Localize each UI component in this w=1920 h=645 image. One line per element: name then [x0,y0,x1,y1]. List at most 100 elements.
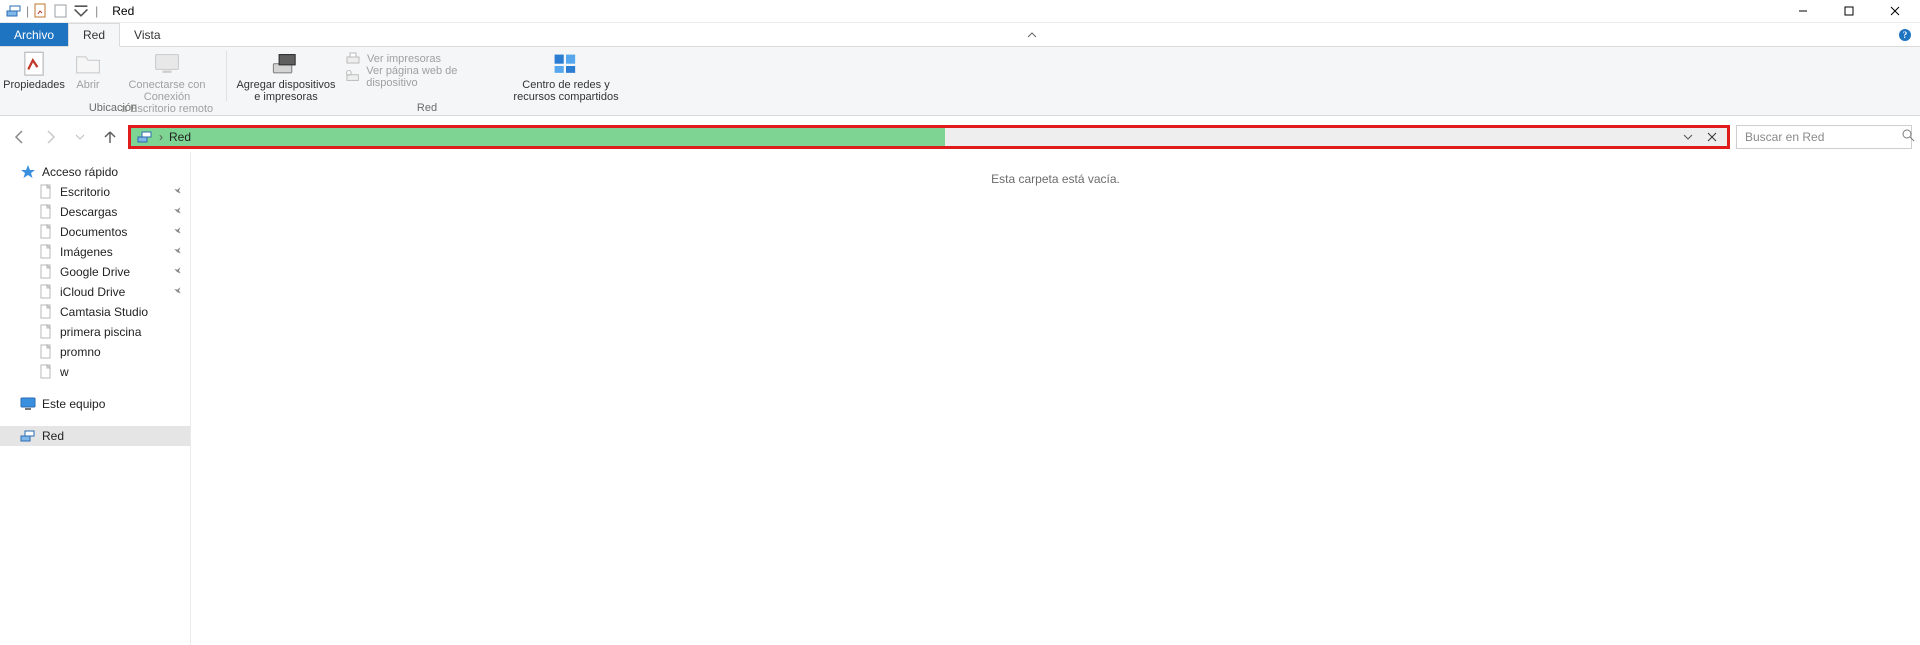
minimize-button[interactable] [1780,0,1826,22]
network-sidebar-icon [20,428,36,444]
address-bar[interactable]: › Red [128,125,1730,149]
sidebar-network[interactable]: Red [0,426,190,446]
ribbon-group-location: Propiedades Abrir Conectarse con Conexió… [0,47,226,115]
network-sharing-center-button[interactable]: Centro de redes y recursos compartidos [511,49,621,103]
sidebar-item-label: primera piscina [60,325,141,339]
group-network-label: Red [227,102,627,114]
address-history-button[interactable] [1679,128,1697,146]
globe-icon [345,69,360,85]
sidebar-item-label: iCloud Drive [60,285,125,299]
sidebar-item-label: Google Drive [60,265,130,279]
file-icon [38,264,54,280]
pin-icon [169,223,185,240]
ribbon-panel: Propiedades Abrir Conectarse con Conexió… [0,47,1920,116]
file-icon [38,284,54,300]
sidebar-item-label: Descargas [60,205,117,219]
view-device-webpage-button: Ver página web de dispositivo [345,69,505,85]
pin-icon [169,263,185,280]
window-title: Red [112,4,134,18]
empty-folder-message: Esta carpeta está vacía. [191,152,1920,186]
new-folder-icon[interactable] [53,3,69,19]
window-controls [1780,0,1918,22]
sidebar-item[interactable]: promno [0,342,190,362]
help-button[interactable]: ? [1890,23,1920,46]
ribbon-tabs: Archivo Red Vista ? [0,23,1920,47]
properties-large-icon [18,51,50,77]
file-icon [38,324,54,340]
sidebar-item[interactable]: Imágenes [0,242,190,262]
properties-icon[interactable] [33,3,49,19]
printer-icon [345,51,361,67]
view-device-webpage-label: Ver página web de dispositivo [366,65,505,89]
properties-label: Propiedades [3,79,65,91]
search-input[interactable] [1743,129,1902,145]
sidebar-item[interactable]: Escritorio [0,182,190,202]
network-center-icon [550,51,582,77]
qat-customize-icon[interactable] [73,3,89,19]
back-button[interactable] [8,125,32,149]
sidebar-item-label: Documentos [60,225,127,239]
tab-view[interactable]: Vista [120,23,174,46]
body: Acceso rápido Escritorio Descargas Documen… [0,152,1920,645]
open-button: Abrir [68,49,108,91]
sidebar-item[interactable]: w [0,362,190,382]
forward-button[interactable] [38,125,62,149]
search-icon[interactable] [1902,129,1915,145]
sidebar-item-label: w [60,365,69,379]
network-sharing-center-label: Centro de redes y recursos compartidos [513,79,618,103]
sidebar-item[interactable]: Camtasia Studio [0,302,190,322]
sidebar-quick-access-label: Acceso rápido [42,165,118,179]
up-button[interactable] [98,125,122,149]
sidebar-item[interactable]: primera piscina [0,322,190,342]
sidebar-item[interactable]: iCloud Drive [0,282,190,302]
breadcrumb-location[interactable]: Red [169,130,191,144]
maximize-button[interactable] [1826,0,1872,22]
navigation-pane: Acceso rápido Escritorio Descargas Documen… [0,152,191,645]
file-icon [38,184,54,200]
network-location-icon [137,129,153,145]
network-icon [6,3,22,19]
file-icon [38,364,54,380]
open-folder-icon [72,51,104,77]
qat-separator: | [26,4,29,18]
close-button[interactable] [1872,0,1918,22]
tab-file[interactable]: Archivo [0,23,68,46]
svg-text:?: ? [1903,30,1908,40]
address-stop-button[interactable] [1703,128,1721,146]
properties-button[interactable]: Propiedades [6,49,62,91]
sidebar-item[interactable]: Documentos [0,222,190,242]
recent-locations-button[interactable] [68,125,92,149]
sidebar-item-label: Escritorio [60,185,110,199]
group-location-label: Ubicación [0,102,226,114]
breadcrumb-chevron-icon[interactable]: › [159,130,163,144]
add-devices-icon [270,51,302,77]
sidebar-this-pc[interactable]: Este equipo [0,394,190,414]
open-label: Abrir [76,79,99,91]
sidebar-network-label: Red [42,429,64,443]
ribbon-minimize-icon[interactable] [1017,23,1047,46]
add-devices-button[interactable]: Agregar dispositivos e impresoras [233,49,339,103]
sidebar-item-label: Imágenes [60,245,113,259]
tab-network[interactable]: Red [68,23,120,47]
sidebar-item[interactable]: Google Drive [0,262,190,282]
file-icon [38,304,54,320]
pin-icon [169,203,185,220]
sidebar-item[interactable]: Descargas [0,202,190,222]
monitor-icon [20,396,36,412]
pin-icon [169,243,185,260]
pin-icon [169,283,185,300]
navigation-bar: › Red [0,122,1920,152]
ribbon-group-network: Agregar dispositivos e impresoras Ver im… [227,47,627,115]
add-devices-label: Agregar dispositivos e impresoras [236,79,335,103]
search-box[interactable] [1736,125,1912,149]
sidebar-item-label: promno [60,345,101,359]
file-icon [38,224,54,240]
sidebar-this-pc-label: Este equipo [42,397,105,411]
sidebar-item-label: Camtasia Studio [60,305,148,319]
sidebar-quick-access[interactable]: Acceso rápido [0,162,190,182]
qat-separator-2: | [95,4,98,18]
file-icon [38,344,54,360]
file-icon [38,204,54,220]
view-printers-label: Ver impresoras [367,53,441,65]
file-icon [38,244,54,260]
